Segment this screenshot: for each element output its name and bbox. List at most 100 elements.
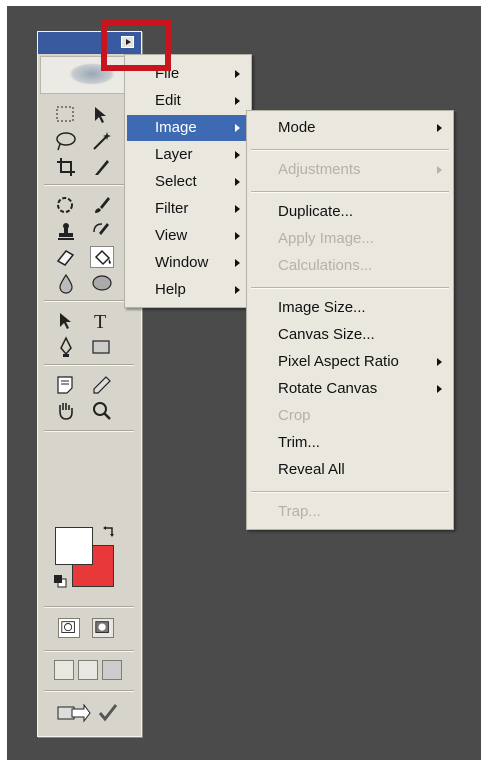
menu-separator [251,149,449,151]
pen-icon[interactable] [54,336,78,358]
submenu-arrow-icon [235,286,240,294]
eyedropper-icon[interactable] [90,374,114,396]
full-screen-menu-mode-button[interactable] [78,660,98,680]
menu-item-label: Rotate Canvas [278,380,378,397]
menu-item-label: Adjustments [278,161,361,178]
menu-item-adjustments: Adjustments [249,157,451,183]
menu-item-duplicate[interactable]: Duplicate... [249,199,451,225]
toolbox-divider [44,430,134,432]
submenu-arrow-icon [235,178,240,186]
rectangle-icon[interactable] [90,336,114,358]
menu-item-label: Apply Image... [278,230,374,247]
menu-item-apply-image: Apply Image... [249,226,451,252]
menu-item-label: Reveal All [278,461,345,478]
menu-item-label: Crop [278,407,311,424]
full-screen-mode-button[interactable] [102,660,122,680]
menu-item-label: Trim... [278,434,320,451]
submenu-arrow-icon [437,358,442,366]
menu-item-view[interactable]: View [127,223,249,249]
menu-separator [251,491,449,493]
zoom-icon[interactable] [90,400,114,422]
menu-item-label: Calculations... [278,257,373,274]
default-colors-icon[interactable] [53,574,67,588]
menu-item-pixel-aspect-ratio[interactable]: Pixel Aspect Ratio [249,349,451,375]
menu-item-select[interactable]: Select [127,169,249,195]
toolbox-divider [44,300,134,302]
menu-item-label: Trap... [278,503,321,520]
lasso-icon[interactable] [54,130,78,152]
toolbox-flyout-menu: File Edit Image Layer Select Filter View… [124,54,252,308]
blur-icon[interactable] [54,272,78,294]
paint-bucket-icon[interactable] [90,246,114,268]
menu-item-label: Edit [155,92,181,109]
menu-separator [251,287,449,289]
menu-item-trim[interactable]: Trim... [249,430,451,456]
menu-item-label: Duplicate... [278,203,354,220]
hand-icon[interactable] [54,400,78,422]
menu-item-label: Filter [155,200,189,217]
menu-item-crop: Crop [249,403,451,429]
menu-item-label: View [155,227,188,244]
eraser-icon[interactable] [54,246,78,268]
submenu-arrow-icon [235,232,240,240]
menu-item-calculations: Calculations... [249,253,451,279]
toolbox-divider [44,650,134,652]
toolbox-divider [44,690,134,692]
toolbox-divider [44,364,134,366]
menu-item-edit[interactable]: Edit [127,88,249,114]
checkmark-icon[interactable] [96,702,120,724]
toolbox-divider [44,184,134,186]
image-submenu: Mode Adjustments Duplicate... Apply Imag… [246,110,454,530]
submenu-arrow-icon [235,205,240,213]
crop-icon[interactable] [54,156,78,178]
brush-icon[interactable] [90,194,114,216]
menu-item-trap: Trap... [249,499,451,525]
menu-item-reveal-all[interactable]: Reveal All [249,457,451,483]
menu-item-window[interactable]: Window [127,250,249,276]
notes-icon[interactable] [54,374,78,396]
menu-item-label: Canvas Size... [278,326,375,343]
menu-item-label: Help [155,281,186,298]
marquee-icon[interactable] [54,104,78,126]
submenu-arrow-icon [235,70,240,78]
menu-item-mode[interactable]: Mode [249,115,451,141]
magic-wand-icon[interactable] [90,130,114,152]
submenu-arrow-icon [437,385,442,393]
swap-colors-icon[interactable] [102,524,116,538]
quick-mask-mode-button[interactable] [92,618,114,638]
submenu-arrow-icon [235,259,240,267]
menu-item-label: Select [155,173,197,190]
menu-item-label: Image [155,119,197,136]
menu-item-image[interactable]: Image [127,115,249,141]
highlight-callout-box [101,19,171,71]
menu-separator [251,191,449,193]
menu-item-label: Mode [278,119,316,136]
standard-mode-button[interactable] [58,618,80,638]
submenu-arrow-icon [437,166,442,174]
menu-item-label: Pixel Aspect Ratio [278,353,399,370]
standard-screen-mode-button[interactable] [54,660,74,680]
clone-stamp-icon[interactable] [54,220,78,242]
menu-item-rotate-canvas[interactable]: Rotate Canvas [249,376,451,402]
menu-item-canvas-size[interactable]: Canvas Size... [249,322,451,348]
jump-to-imageready-icon[interactable] [56,702,92,724]
submenu-arrow-icon [437,124,442,132]
svg-text:T: T [94,311,106,332]
menu-item-help[interactable]: Help [127,277,249,303]
dodge-icon[interactable] [90,272,114,294]
submenu-arrow-icon [235,151,240,159]
healing-brush-icon[interactable] [54,194,78,216]
history-brush-icon[interactable] [90,220,114,242]
submenu-arrow-icon [235,97,240,105]
menu-item-label: Image Size... [278,299,366,316]
slice-icon[interactable] [90,156,114,178]
menu-item-label: Layer [155,146,193,163]
move-icon[interactable] [90,104,114,126]
menu-item-filter[interactable]: Filter [127,196,249,222]
toolbox-divider [44,606,134,608]
path-selection-icon[interactable] [54,310,78,332]
type-icon[interactable]: T [90,310,114,332]
menu-item-image-size[interactable]: Image Size... [249,295,451,321]
menu-item-layer[interactable]: Layer [127,142,249,168]
foreground-color-swatch[interactable] [55,527,93,565]
